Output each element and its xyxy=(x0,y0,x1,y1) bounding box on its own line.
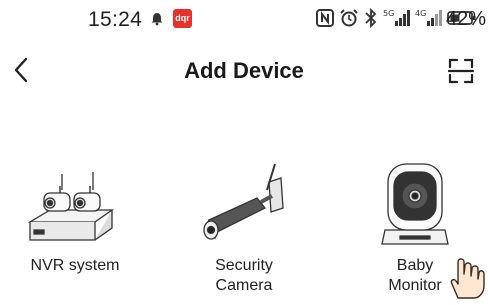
nvr-system-icon xyxy=(0,160,150,250)
device-label-security-camera-line2: Camera xyxy=(215,277,273,294)
page-title: Add Device xyxy=(184,58,304,83)
signal-5g-label: 5G xyxy=(383,9,394,18)
bluetooth-icon xyxy=(363,7,379,33)
status-bar: 15:24 dqr 5G 4G 42% xyxy=(0,0,488,42)
status-time: 15:24 xyxy=(88,8,143,31)
battery-percent: 42% xyxy=(446,8,487,30)
nfc-icon xyxy=(315,8,335,33)
notification-bell-icon xyxy=(150,12,164,31)
app-notification-badge: dqr xyxy=(173,9,192,28)
baby-monitor-icon xyxy=(340,160,488,250)
device-option-nvr-system[interactable]: NVR system xyxy=(0,160,150,300)
signal-5g-icon: 5G xyxy=(383,8,411,33)
security-camera-icon xyxy=(169,160,319,250)
device-option-security-camera[interactable]: Security Camera xyxy=(169,160,319,300)
device-option-baby-monitor[interactable]: Baby Monitor xyxy=(340,160,488,300)
scan-button[interactable] xyxy=(444,56,478,90)
tap-hand-icon xyxy=(444,252,488,305)
signal-4g-icon: 4G xyxy=(415,8,443,33)
device-label-nvr-system: NVR system xyxy=(30,257,120,274)
scan-frame-icon xyxy=(447,58,475,89)
signal-4g-label: 4G xyxy=(415,9,426,18)
device-label-security-camera-line1: Security xyxy=(215,257,273,274)
alarm-icon xyxy=(339,8,359,33)
